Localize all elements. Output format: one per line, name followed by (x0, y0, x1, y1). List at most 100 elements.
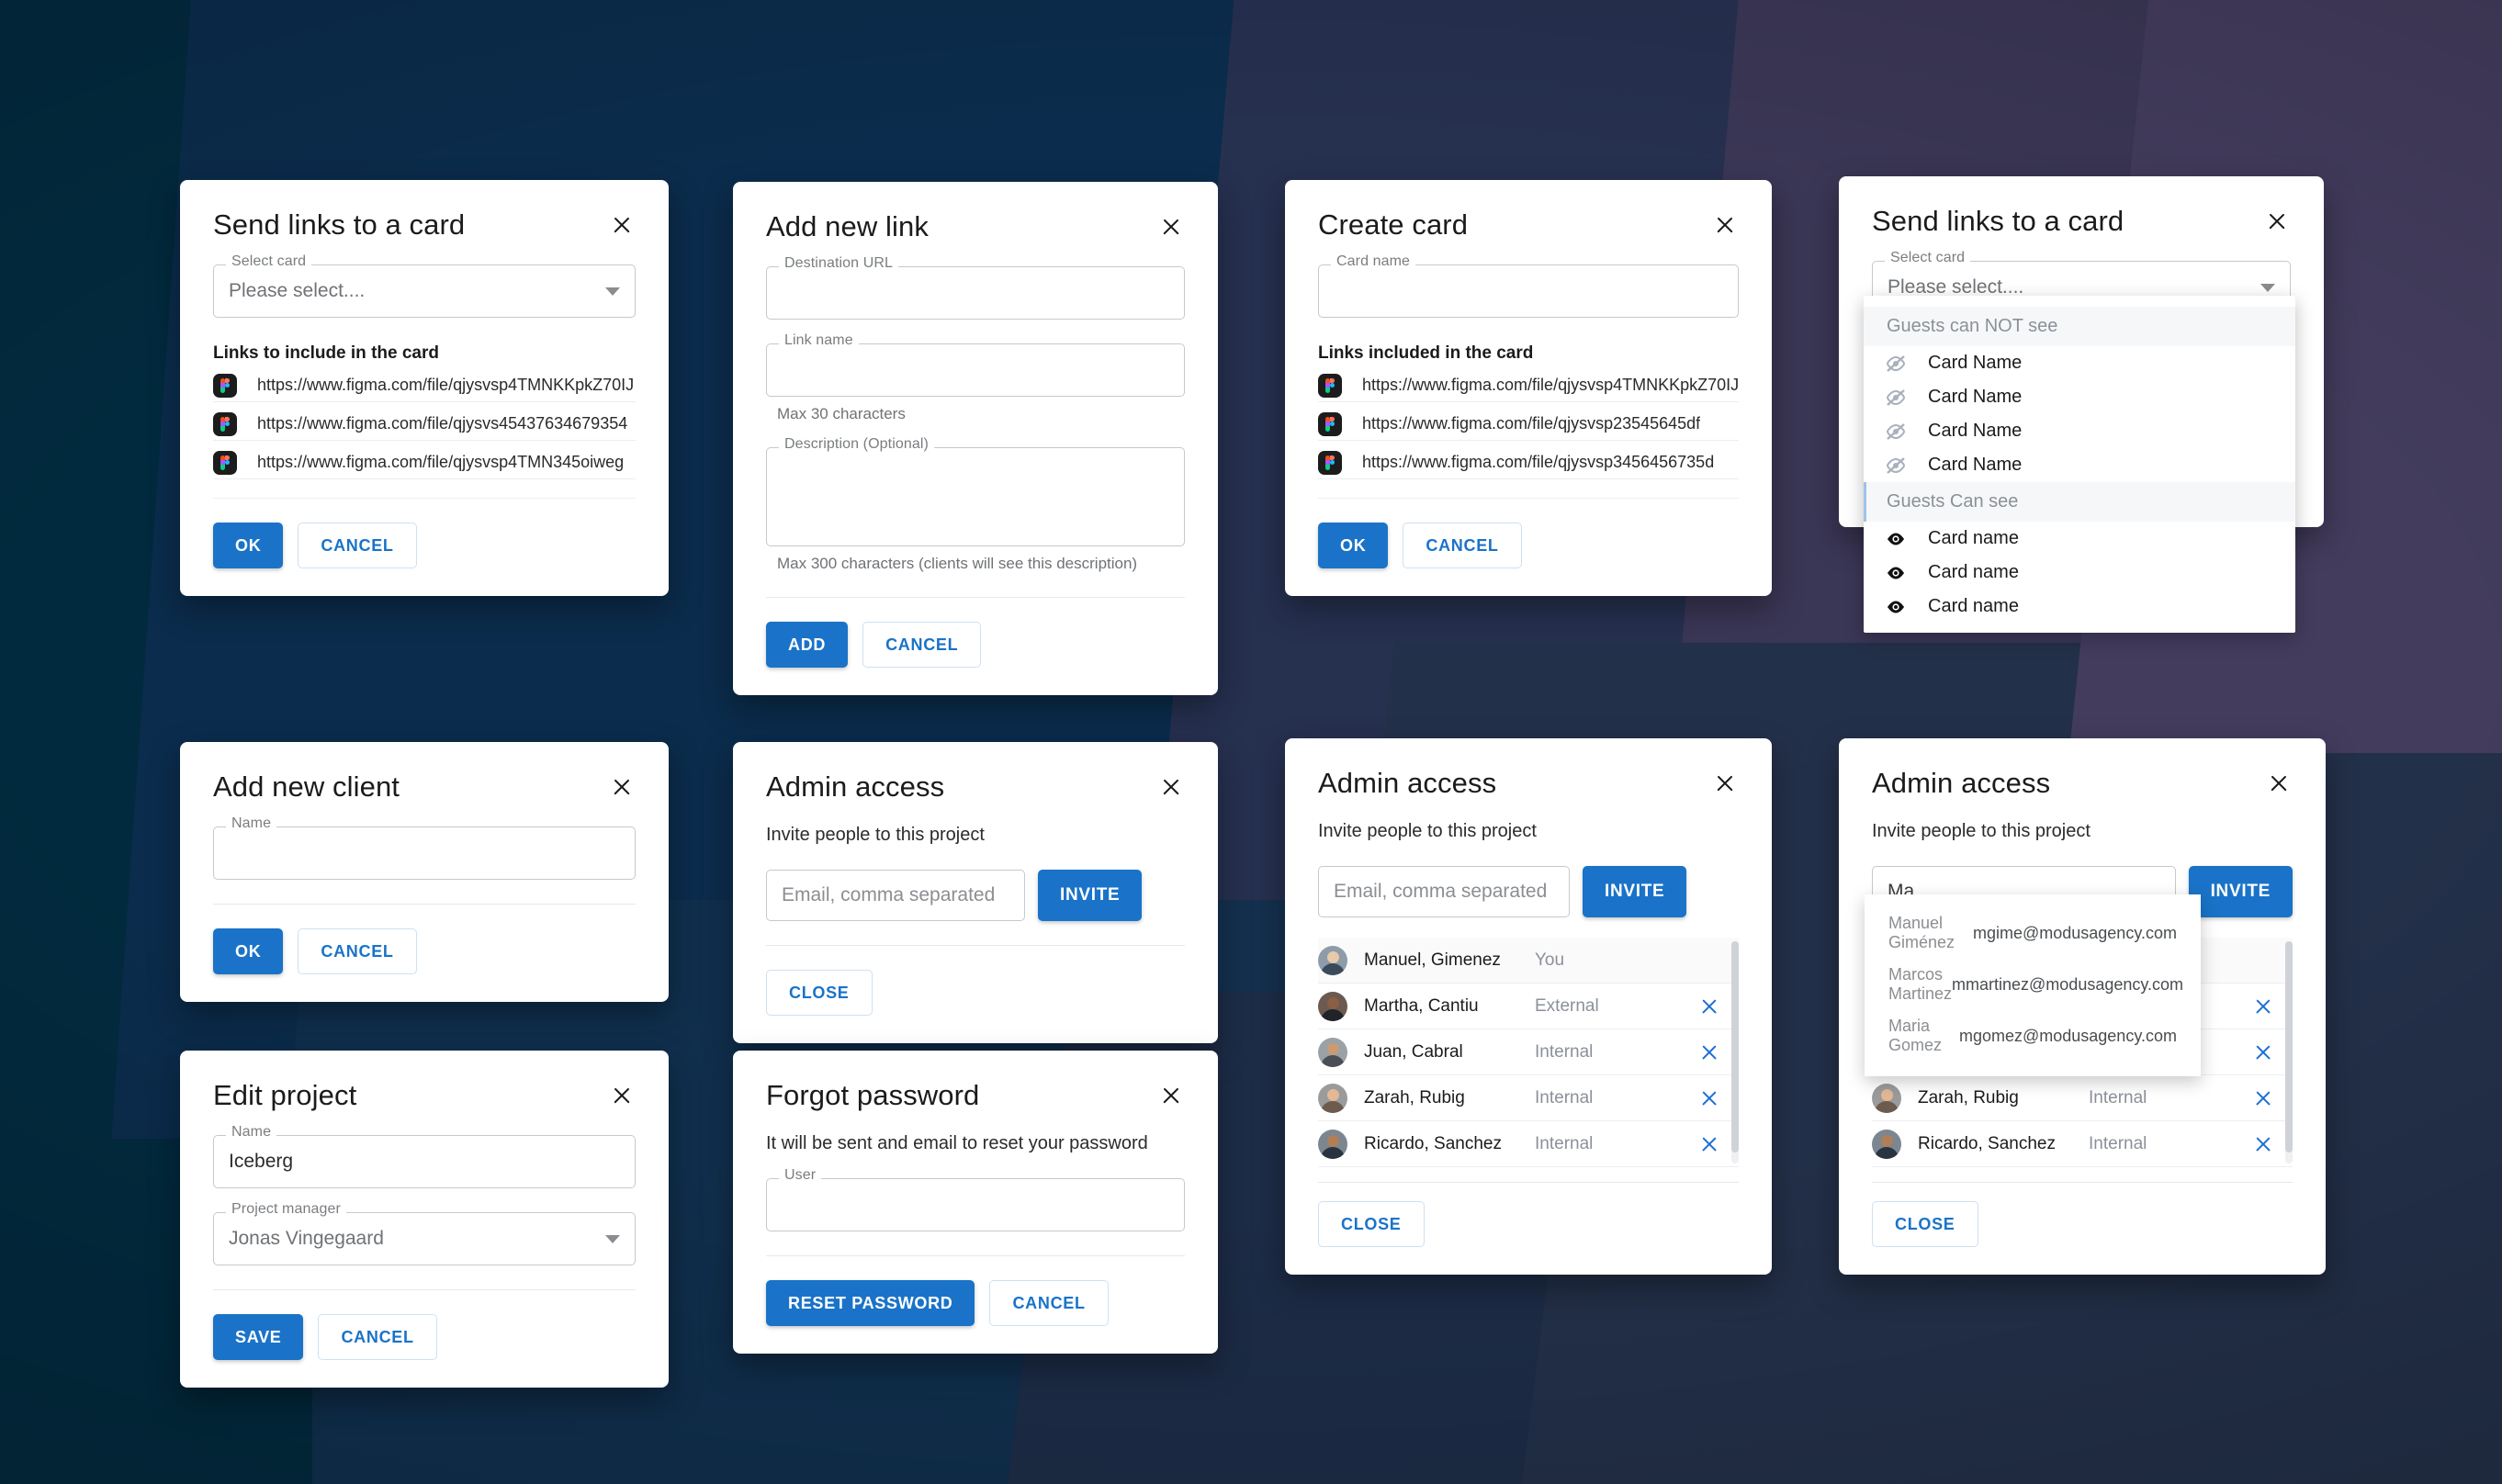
chevron-down-icon[interactable] (605, 1234, 620, 1243)
dialog-actions: ADD CANCEL (766, 622, 1185, 669)
remove-person-icon[interactable] (2252, 1041, 2274, 1063)
close-icon[interactable] (1711, 211, 1739, 239)
select-card-label: Select card (226, 254, 312, 270)
close-icon[interactable] (1157, 213, 1185, 241)
list-item[interactable]: https://www.figma.com/file/qjysvsp4TMN34… (213, 446, 636, 480)
add-button[interactable]: ADD (766, 622, 849, 669)
list-item[interactable]: https://www.figma.com/file/qjysvs4543763… (213, 408, 636, 442)
dropdown-item-card-name[interactable]: Card name (1864, 590, 2295, 624)
cancel-button[interactable]: CANCEL (298, 928, 417, 975)
table-row[interactable]: Zarah, Rubig Internal (1318, 1075, 1739, 1122)
close-icon[interactable] (1157, 1082, 1185, 1109)
reset-password-button[interactable]: RESET PASSWORD (766, 1280, 975, 1327)
page-title: Send links to a card (1872, 205, 2124, 237)
link-url: https://www.figma.com/file/qjysvsp235456… (1362, 414, 1701, 433)
remove-person-icon[interactable] (1698, 995, 1720, 1017)
table-row[interactable]: Ricardo, Sanchez Internal (1872, 1121, 2293, 1168)
dropdown-item-card-name[interactable]: Card Name (1864, 448, 2295, 482)
email-field[interactable]: Email, comma separated (766, 870, 1025, 922)
dialog-actions: OK CANCEL (213, 523, 636, 569)
dialog-header: Edit project (213, 1079, 636, 1111)
close-button[interactable]: CLOSE (1872, 1201, 1978, 1248)
list-item[interactable]: https://www.figma.com/file/qjysvsp235456… (1318, 408, 1739, 442)
project-name-field[interactable]: Name Iceberg (213, 1125, 636, 1189)
close-icon[interactable] (1157, 773, 1185, 801)
close-icon[interactable] (608, 1082, 636, 1109)
client-name-field[interactable]: Name (213, 816, 636, 881)
remove-person-icon[interactable] (2252, 1133, 2274, 1155)
dropdown-item-card-name[interactable]: Card Name (1864, 380, 2295, 414)
dialog-subtitle: It will be sent and email to reset your … (766, 1133, 1148, 1154)
remove-person-icon[interactable] (1698, 1133, 1720, 1155)
eye-icon (1884, 531, 1908, 547)
person-name: Martha, Cantiu (1364, 995, 1479, 1016)
page-title: Add new link (766, 210, 929, 242)
invite-button[interactable]: INVITE (1583, 866, 1687, 918)
save-button[interactable]: SAVE (213, 1314, 304, 1361)
email-field[interactable]: Email, comma separated (1318, 866, 1570, 918)
figma-icon (213, 373, 237, 398)
cancel-button[interactable]: CANCEL (862, 622, 982, 669)
table-row[interactable]: Juan, Cabral Internal (1318, 1029, 1739, 1076)
dropdown-item-card-name[interactable]: Card Name (1864, 346, 2295, 380)
table-row[interactable]: Ricardo, Sanchez Internal (1318, 1121, 1739, 1168)
link-url: https://www.figma.com/file/qjysvsp4TMNKK… (1362, 376, 1739, 395)
email-autocomplete-dropdown: Manuel Giménez mgime@modusagency.com Mar… (1865, 894, 2201, 1076)
list-item[interactable]: https://www.figma.com/file/qjysvsp4TMNKK… (1318, 369, 1739, 403)
dropdown-item-card-name[interactable]: Card name (1864, 556, 2295, 590)
project-name-input[interactable]: Iceberg (229, 1151, 293, 1173)
link-url: https://www.figma.com/file/qjysvsp4TMN34… (257, 453, 625, 472)
chevron-down-icon[interactable] (2260, 283, 2275, 292)
close-icon[interactable] (2263, 208, 2291, 235)
dropdown-item-label: Card name (1928, 528, 2019, 548)
dropdown-item-card-name[interactable]: Card Name (1864, 414, 2295, 448)
invite-button[interactable]: INVITE (2188, 866, 2293, 918)
card-name-field[interactable]: Card name (1318, 254, 1739, 319)
autocomplete-item[interactable]: Manuel Giménez mgime@modusagency.com (1865, 907, 2201, 959)
autocomplete-item[interactable]: Marcos Martinez mmartinez@modusagency.co… (1865, 959, 2201, 1010)
remove-person-icon[interactable] (2252, 1087, 2274, 1109)
select-card-field[interactable]: Select card Please select.... (213, 254, 636, 319)
link-name-field[interactable]: Link name (766, 333, 1185, 398)
table-row[interactable]: Zarah, Rubig Internal (1872, 1075, 2293, 1122)
cancel-button[interactable]: CANCEL (989, 1280, 1109, 1327)
ok-button[interactable]: OK (213, 928, 284, 975)
close-button[interactable]: CLOSE (1318, 1201, 1425, 1248)
destination-url-field[interactable]: Destination URL (766, 256, 1185, 320)
remove-person-icon[interactable] (1698, 1087, 1720, 1109)
dropdown-group-label: Guests can NOT see (1864, 307, 2295, 346)
list-item[interactable]: https://www.figma.com/file/qjysvsp4TMNKK… (213, 369, 636, 403)
close-icon[interactable] (1711, 770, 1739, 797)
close-icon[interactable] (608, 211, 636, 239)
invite-button[interactable]: INVITE (1038, 870, 1143, 922)
dialog-subtitle: Invite people to this project (1872, 821, 2091, 842)
dialog-header: Admin access (1872, 767, 2293, 799)
eye-off-icon (1884, 456, 1908, 474)
chevron-down-icon[interactable] (605, 287, 620, 296)
cancel-button[interactable]: CANCEL (298, 523, 417, 569)
table-row[interactable]: Martha, Cantiu External (1318, 984, 1739, 1030)
table-row[interactable]: Manuel, Gimenez You (1318, 938, 1739, 984)
ok-button[interactable]: OK (213, 523, 284, 569)
list-item[interactable]: https://www.figma.com/file/qjysvsp345645… (1318, 446, 1739, 480)
close-icon[interactable] (2265, 770, 2293, 797)
remove-person-icon[interactable] (1698, 1041, 1720, 1063)
figma-icon (213, 450, 237, 475)
scrollbar-thumb[interactable] (1731, 941, 1739, 1153)
project-manager-field[interactable]: Project manager Jonas Vingegaard (213, 1202, 636, 1266)
cancel-button[interactable]: CANCEL (318, 1314, 437, 1361)
close-button[interactable]: CLOSE (766, 970, 873, 1017)
ok-button[interactable]: OK (1318, 523, 1389, 569)
dropdown-group-label: Guests Can see (1864, 482, 2295, 522)
remove-person-icon[interactable] (2252, 995, 2274, 1017)
divider (766, 1255, 1185, 1257)
close-icon[interactable] (608, 773, 636, 801)
scrollbar-thumb[interactable] (2285, 941, 2293, 1153)
user-field[interactable]: User (766, 1168, 1185, 1232)
dropdown-item-label: Card Name (1928, 387, 2023, 407)
description-field[interactable]: Description (Optional) (766, 437, 1185, 547)
select-card-value: Please select.... (229, 280, 366, 302)
dropdown-item-card-name[interactable]: Card name (1864, 522, 2295, 556)
cancel-button[interactable]: CANCEL (1403, 523, 1522, 569)
autocomplete-item[interactable]: Maria Gomez mgomez@modusagency.com (1865, 1010, 2201, 1062)
